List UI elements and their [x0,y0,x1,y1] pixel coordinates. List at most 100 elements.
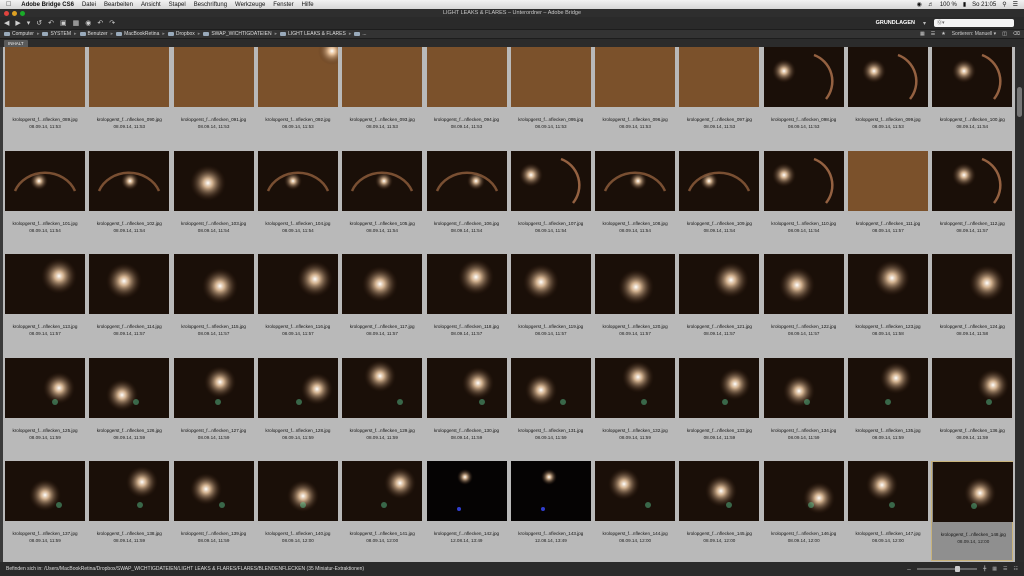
thumbnail-item[interactable]: krolopgerst_f...nflecken_101.jpg 08.09.14… [4,150,86,251]
thumbnail-item[interactable]: krolopgerst_f...nflecken_110.jpg 08.09.14… [763,150,845,251]
wifi-icon[interactable]: ◉ [917,1,922,8]
thumbnail-image[interactable] [5,150,85,211]
breadcrumb-macbookretina[interactable]: MacBookRetina [116,31,159,37]
view-list-mode-icon[interactable]: ☷ [1014,566,1018,572]
thumbnail-item[interactable]: krolopgerst_f...nflecken_092.jpg 08.09.14… [257,47,339,147]
zoom-in-icon[interactable]: ╋ [983,566,986,572]
boomerang-icon[interactable]: ↶ [48,19,54,27]
menu-item-stapel[interactable]: Stapel [169,2,186,8]
thumbnail-image[interactable] [342,47,423,107]
thumbnail-item[interactable]: krolopgerst_f...nflecken_114.jpg 08.09.14… [88,254,170,354]
thumbnail-item[interactable]: krolopgerst_f...nflecken_104.jpg 08.09.14… [257,150,339,251]
thumbnail-item[interactable]: krolopgerst_f...nflecken_103.jpg 08.09.14… [173,150,255,251]
thumbnail-item[interactable]: krolopgerst_f...nflecken_134.jpg 08.09.14… [763,357,845,458]
thumbnail-image[interactable] [932,47,1013,107]
thumbnail-image[interactable] [342,150,423,211]
refine-icon[interactable]: ▦ [73,19,80,27]
thumbnail-image[interactable] [763,47,844,107]
thumbnail-image[interactable] [342,461,423,521]
thumbnail-image[interactable] [257,47,338,107]
clock[interactable]: So 21:05 [972,2,996,8]
tab-inhalt[interactable]: INHALT [4,40,28,47]
thumbnail-size-slider[interactable] [917,566,978,572]
rotate-left-icon[interactable]: ↶ [97,19,103,27]
thumbnail-item[interactable]: krolopgerst_f...nflecken_140.jpg 08.09.14… [257,461,339,561]
thumbnail-item[interactable]: krolopgerst_f...nflecken_139.jpg 08.09.14… [173,461,255,561]
thumbnail-image[interactable] [257,357,338,418]
open-in-camera-raw-icon[interactable]: ◉ [85,19,91,27]
thumbnail-image[interactable] [763,254,844,314]
thumbnail-item[interactable]: krolopgerst_f...nflecken_097.jpg 08.09.14… [678,47,760,147]
thumbnail-image[interactable] [510,461,591,521]
thumbnail-item[interactable]: krolopgerst_f...nflecken_116.jpg 08.09.14… [257,254,339,354]
thumbnail-image[interactable] [257,254,338,314]
star-filter-icon[interactable]: ★ [941,31,945,37]
thumbnail-image[interactable] [89,461,170,521]
thumbnail-image[interactable] [89,254,170,314]
thumbnail-image[interactable] [257,150,338,211]
rotate-right-icon[interactable]: ↷ [109,19,115,27]
thumbnail-item[interactable]: krolopgerst_f...nflecken_128.jpg 08.09.14… [257,357,339,458]
scrollbar-thumb[interactable] [1017,87,1022,117]
thumbnail-image[interactable] [510,357,591,418]
menu-item-hilfe[interactable]: Hilfe [302,2,314,8]
thumbnail-image[interactable] [595,461,676,521]
thumbnail-item[interactable]: krolopgerst_f...nflecken_111.jpg 08.09.14… [847,150,929,251]
thumbnail-image[interactable] [763,461,844,521]
thumbnail-image[interactable] [5,254,85,314]
thumbnail-item[interactable]: krolopgerst_f...nflecken_124.jpg 08.09.14… [931,254,1013,354]
sort-dropdown[interactable]: Sortieren: Manuell ▾ [952,31,996,37]
thumbnail-item[interactable]: krolopgerst_f...nflecken_148.jpg 08.09.14… [931,461,1014,561]
thumbnail-item[interactable]: krolopgerst_f...nflecken_109.jpg 08.09.14… [678,150,760,251]
thumbnail-item[interactable]: krolopgerst_f...nflecken_107.jpg 08.09.14… [510,150,592,251]
menu-item-datei[interactable]: Datei [82,2,96,8]
thumbnail-image[interactable] [763,150,844,211]
thumbnail-image[interactable] [426,47,507,107]
thumbnail-image[interactable] [932,357,1013,418]
thumbnail-item[interactable]: krolopgerst_f...nflecken_095.jpg 08.09.14… [510,47,592,147]
list-icon[interactable]: ☰ [1013,1,1018,8]
thumbnail-image[interactable] [342,357,423,418]
recent-files-icon[interactable]: ↺ [36,19,42,27]
thumbnail-image[interactable] [595,150,676,211]
view-thumbnails-icon[interactable]: ▦ [920,31,925,37]
thumbnail-item[interactable]: krolopgerst_f...nflecken_102.jpg 08.09.14… [88,150,170,251]
thumbnail-image[interactable] [173,357,254,418]
thumbnail-image[interactable] [89,357,170,418]
thumbnail-item[interactable]: krolopgerst_f...nflecken_129.jpg 08.09.14… [341,357,423,458]
thumbnail-image[interactable] [5,461,85,521]
breadcrumb-more[interactable]: ... [354,31,367,37]
back-arrow-icon[interactable]: ◀ [4,19,9,27]
thumbnail-item[interactable]: krolopgerst_f...nflecken_123.jpg 08.09.14… [847,254,929,354]
grid-lock-icon[interactable]: ▦ [992,566,997,572]
thumbnail-image[interactable] [763,357,844,418]
menu-app-name[interactable]: Adobe Bridge CS6 [21,2,74,8]
menu-item-werkzeuge[interactable]: Werkzeuge [235,2,265,8]
thumbnail-image[interactable] [679,254,760,314]
thumbnail-image[interactable] [342,254,423,314]
thumbnail-item[interactable]: krolopgerst_f...nflecken_112.jpg 08.09.14… [931,150,1013,251]
thumbnail-item[interactable]: krolopgerst_f...nflecken_121.jpg 08.09.14… [678,254,760,354]
zoom-out-icon[interactable]: ⚊ [907,566,911,572]
thumbnail-item[interactable]: krolopgerst_f...nflecken_141.jpg 08.09.14… [341,461,423,561]
thumbnail-item[interactable]: krolopgerst_f...nflecken_132.jpg 08.09.14… [594,357,676,458]
menu-item-beschriftung[interactable]: Beschriftung [194,2,227,8]
thumbnail-item[interactable]: krolopgerst_f...nflecken_115.jpg 08.09.14… [173,254,255,354]
content-panel[interactable]: krolopgerst_f...nflecken_089.jpg 08.09.14… [3,47,1015,562]
thumbnail-image[interactable] [595,254,676,314]
apple-icon[interactable]:  [6,1,11,8]
thumbnail-image[interactable] [932,150,1013,211]
thumbnail-image[interactable] [679,357,760,418]
thumbnail-item[interactable]: krolopgerst_f...nflecken_145.jpg 08.09.14… [678,461,760,561]
thumbnail-item[interactable]: krolopgerst_f...nflecken_126.jpg 08.09.14… [88,357,170,458]
menu-item-fenster[interactable]: Fenster [273,2,293,8]
thumbnail-item[interactable]: krolopgerst_f...nflecken_119.jpg 08.09.14… [510,254,592,354]
thumbnail-item[interactable]: krolopgerst_f...nflecken_108.jpg 08.09.14… [594,150,676,251]
thumbnail-item[interactable]: krolopgerst_f...nflecken_113.jpg 08.09.14… [4,254,86,354]
thumbnail-item[interactable]: krolopgerst_f...nflecken_094.jpg 08.09.14… [426,47,508,147]
thumbnail-image[interactable] [257,461,338,521]
breadcrumb-light-leaks[interactable]: LIGHT LEAKS & FLARES [280,31,346,37]
thumbnail-image[interactable] [426,357,507,418]
battery-label[interactable]: 100 % [940,2,957,8]
thumbnail-item[interactable]: krolopgerst_f...nflecken_127.jpg 08.09.14… [173,357,255,458]
